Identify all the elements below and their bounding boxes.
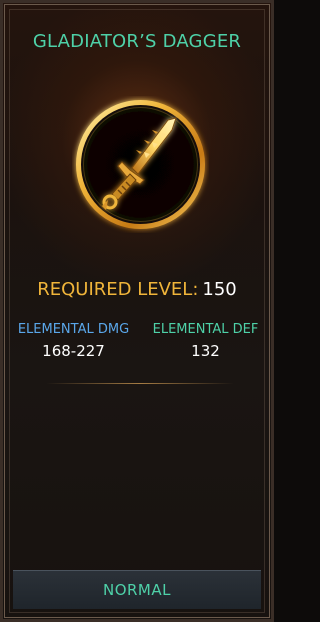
required-level-value: 150 (202, 279, 237, 300)
rarity-label: NORMAL (102, 581, 171, 599)
dagger-icon (76, 100, 205, 229)
item-name: GLADIATOR’S DAGGER (32, 31, 242, 52)
stat-elemental-def: ELEMENTAL DEF 132 (137, 322, 271, 360)
item-tooltip-card: GLADIATOR’S DAGGER REQUIRED LEVEL: 150 E… (0, 0, 274, 622)
stat-elemental-def-label: ELEMENTAL DEF (152, 322, 259, 337)
divider (46, 383, 234, 384)
required-level: REQUIRED LEVEL: 150 (3, 279, 271, 300)
required-level-label: REQUIRED LEVEL: (37, 279, 199, 300)
stat-elemental-def-value: 132 (191, 342, 220, 360)
stat-elemental-dmg: ELEMENTAL DMG 168-227 (5, 322, 142, 360)
rarity-bar: NORMAL (13, 570, 261, 609)
item-emblem[interactable] (72, 96, 209, 233)
stat-elemental-dmg-value: 168-227 (42, 342, 105, 360)
stat-elemental-dmg-label: ELEMENTAL DMG (17, 322, 130, 337)
